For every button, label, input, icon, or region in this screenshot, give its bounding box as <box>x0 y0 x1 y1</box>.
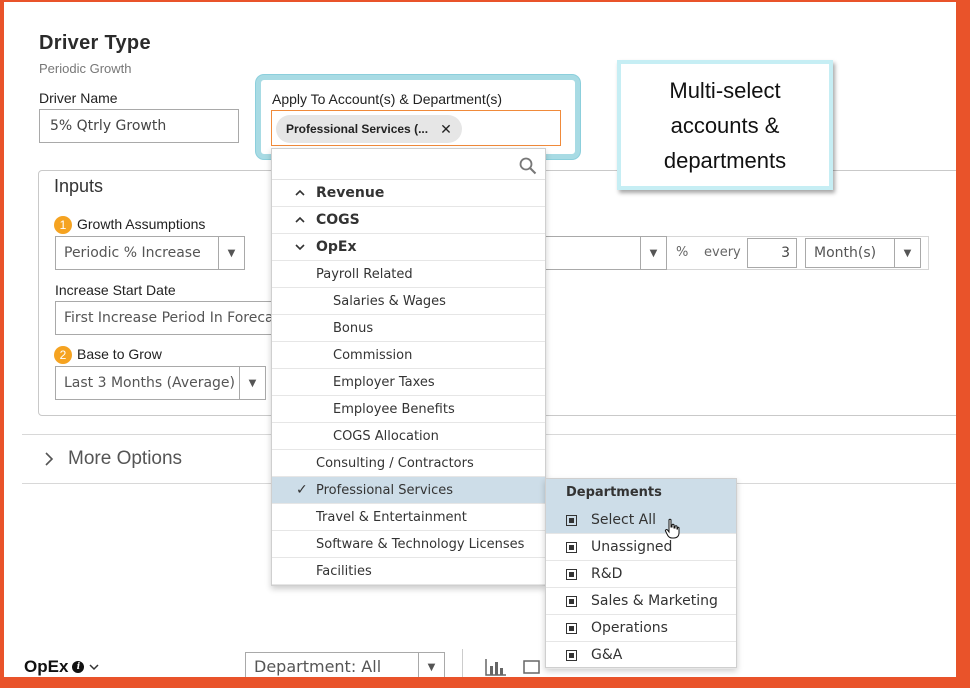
department-item-label: Sales & Marketing <box>591 593 718 609</box>
page-title: Driver Type <box>39 32 151 54</box>
base-to-grow-label: 2 Base to Grow <box>54 346 162 365</box>
apply-to-multiselect[interactable]: Professional Services (... ✕ <box>271 110 561 146</box>
account-item[interactable]: ✓ Professional Services <box>272 477 545 504</box>
account-item-label: Payroll Related <box>316 266 413 282</box>
chevron-right-icon <box>45 452 54 466</box>
account-item[interactable]: Travel & Entertainment <box>272 504 545 531</box>
checkbox-icon <box>566 649 577 661</box>
account-item-label: COGS <box>316 212 360 228</box>
chevron-down-icon: ▼ <box>418 653 444 677</box>
account-item-label: Consulting / Contractors <box>316 455 474 471</box>
chevron-up-icon <box>292 187 308 200</box>
driver-name-label: Driver Name <box>39 90 118 106</box>
account-dropdown: Revenue COGS OpEx Payroll Related Salaries &… <box>271 148 546 586</box>
account-item[interactable]: Commission <box>272 342 545 369</box>
account-item[interactable]: Consulting / Contractors <box>272 450 545 477</box>
bottom-bar <box>4 647 956 677</box>
account-item[interactable]: Bonus <box>272 315 545 342</box>
account-item[interactable]: Payroll Related <box>272 261 545 288</box>
departments-submenu: Departments Select All Unassigned R&D Sales… <box>545 478 737 669</box>
checkbox-icon <box>566 622 577 634</box>
department-item-label: Operations <box>591 620 668 636</box>
checkbox-icon <box>566 568 577 580</box>
chevron-down-icon: ▼ <box>894 239 920 267</box>
account-item-label: Software & Technology Licenses <box>316 536 525 552</box>
hand-cursor-icon <box>664 518 680 539</box>
driver-editor-panel: Driver Type Periodic Growth Driver Name … <box>4 2 956 677</box>
annotation-callout: Multi-select accounts & departments <box>617 60 833 190</box>
percent-value-select[interactable]: ▼ <box>534 236 667 270</box>
account-item-label: Travel & Entertainment <box>316 509 467 525</box>
chevron-up-icon <box>292 214 308 227</box>
chevron-down-icon: ▼ <box>218 237 244 269</box>
growth-assumptions-select[interactable]: Periodic % Increase ▼ <box>55 236 245 270</box>
increase-start-date-label: Increase Start Date <box>55 282 176 298</box>
account-item[interactable]: COGS <box>272 207 545 234</box>
department-item-label: Select All <box>591 512 656 528</box>
account-item-label: Employer Taxes <box>333 374 435 390</box>
department-item[interactable]: R&D <box>546 561 736 588</box>
account-item-label: Bonus <box>333 320 374 336</box>
department-item[interactable]: Operations <box>546 615 736 642</box>
driver-type-value: Periodic Growth <box>39 61 132 76</box>
account-item-label: Revenue <box>316 185 385 201</box>
checkbox-icon <box>566 514 577 526</box>
base-to-grow-select[interactable]: Last 3 Months (Average) ▼ <box>55 366 266 400</box>
account-item[interactable]: Revenue <box>272 180 545 207</box>
department-item[interactable]: Unassigned <box>546 534 736 561</box>
department-item-label: Unassigned <box>591 539 673 555</box>
account-item-label: Professional Services <box>316 482 454 498</box>
department-item-label: G&A <box>591 647 623 663</box>
checkbox-icon <box>566 595 577 607</box>
department-item-label: R&D <box>591 566 623 582</box>
dropdown-search[interactable] <box>272 149 545 180</box>
department-item[interactable]: G&A <box>546 642 736 669</box>
opex-header[interactable]: OpEx i <box>24 657 100 677</box>
apply-to-label: Apply To Account(s) & Department(s) <box>272 91 503 107</box>
selected-account-tag: Professional Services (... ✕ <box>276 115 462 143</box>
chevron-down-icon <box>292 241 308 254</box>
account-item-label: OpEx <box>316 239 357 255</box>
chevron-down-icon: ▼ <box>239 367 265 399</box>
more-options-toggle[interactable]: More Options <box>44 448 182 470</box>
chevron-down-icon: ▼ <box>640 237 666 269</box>
account-item[interactable]: Salaries & Wages <box>272 288 545 315</box>
comment-icon[interactable] <box>522 659 542 677</box>
account-item[interactable]: Software & Technology Licenses <box>272 531 545 558</box>
account-item-label: Salaries & Wages <box>333 293 446 309</box>
inputs-title: Inputs <box>54 176 104 196</box>
bar-chart-icon[interactable] <box>484 657 508 677</box>
growth-assumptions-label: 1 Growth Assumptions <box>54 216 205 235</box>
account-item[interactable]: Employer Taxes <box>272 369 545 396</box>
account-item-label: COGS Allocation <box>333 428 439 444</box>
account-item-label: Facilities <box>316 563 372 579</box>
department-item[interactable]: Select All <box>546 507 736 534</box>
account-item[interactable]: Employee Benefits <box>272 396 545 423</box>
account-list: Revenue COGS OpEx Payroll Related Salaries &… <box>272 180 545 585</box>
close-icon[interactable]: ✕ <box>440 121 452 138</box>
driver-name-input[interactable]: 5% Qtrly Growth <box>39 109 239 143</box>
every-label: every <box>704 245 741 260</box>
step-1-badge: 1 <box>54 216 72 235</box>
account-item[interactable]: Facilities <box>272 558 545 585</box>
departments-title: Departments <box>546 479 736 507</box>
info-icon[interactable]: i <box>72 661 85 673</box>
department-item[interactable]: Sales & Marketing <box>546 588 736 615</box>
account-item-label: Employee Benefits <box>333 401 455 417</box>
period-unit-select[interactable]: Month(s) ▼ <box>805 238 921 268</box>
percent-symbol: % <box>676 245 689 260</box>
department-list: Select All Unassigned R&D Sales & Marketing… <box>546 507 736 669</box>
step-2-badge: 2 <box>54 346 72 365</box>
checkmark-icon: ✓ <box>296 482 308 498</box>
increase-start-date-select[interactable]: First Increase Period In Forecast <box>55 301 275 335</box>
divider <box>462 649 463 677</box>
department-filter-select[interactable]: Department: All ▼ <box>245 652 445 677</box>
checkbox-icon <box>566 541 577 553</box>
account-item[interactable]: COGS Allocation <box>272 423 545 450</box>
search-icon <box>519 157 537 175</box>
chevron-down-icon <box>89 664 99 671</box>
every-value-input[interactable]: 3 <box>747 238 797 268</box>
account-item[interactable]: OpEx <box>272 234 545 261</box>
account-item-label: Commission <box>333 347 413 363</box>
